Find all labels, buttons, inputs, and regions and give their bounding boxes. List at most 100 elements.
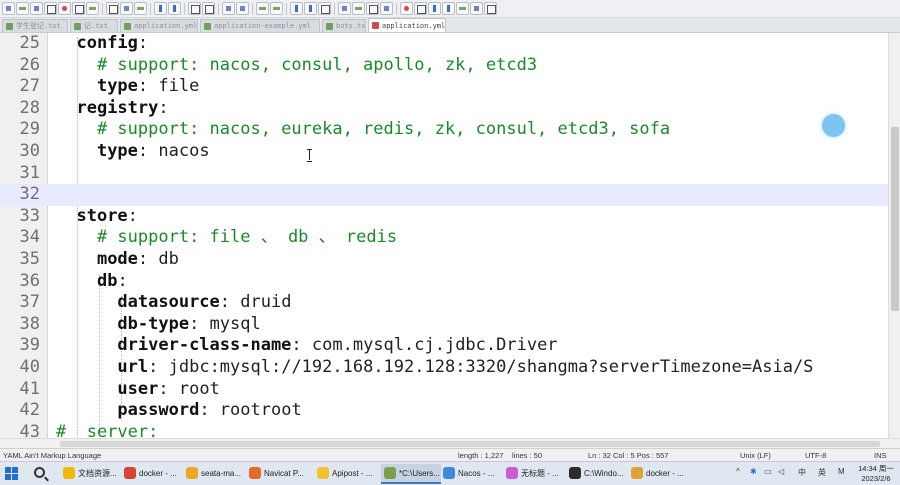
code-line[interactable]: 33 store:: [0, 206, 888, 228]
close-file-icon[interactable]: [58, 2, 71, 15]
code-line[interactable]: 37 datasource: druid: [0, 292, 888, 314]
tray-chevron-icon[interactable]: ^: [736, 467, 740, 476]
zoom-out-icon[interactable]: [236, 2, 249, 15]
app-icon: [317, 467, 329, 479]
doc-map-icon[interactable]: [352, 2, 365, 15]
code-line[interactable]: 28 registry:: [0, 98, 888, 120]
tray-app-icon[interactable]: M: [838, 467, 845, 476]
undo-icon[interactable]: [154, 2, 167, 15]
horizontal-scroll-thumb[interactable]: [60, 441, 880, 447]
clock-date: 2023/2/6: [861, 474, 891, 483]
tab-3[interactable]: application-example.yml: [200, 19, 320, 32]
save-all-icon[interactable]: [44, 2, 57, 15]
status-eol[interactable]: Unix (LF): [740, 451, 771, 460]
taskbar-app-4[interactable]: Apipost - ...: [314, 464, 374, 484]
code-line[interactable]: 30 type: nacos: [0, 141, 888, 163]
code-line[interactable]: 38 db-type: mysql: [0, 314, 888, 336]
save-macro-icon[interactable]: [456, 2, 469, 15]
system-clock[interactable]: 14:34 周一 2023/2/6: [855, 464, 897, 484]
code-line[interactable]: 39 driver-class-name: com.mysql.cj.jdbc.…: [0, 335, 888, 357]
code-line[interactable]: 43 # server:: [0, 422, 888, 438]
vertical-scrollbar[interactable]: [888, 33, 900, 438]
app-icon: [443, 467, 455, 479]
tab-4[interactable]: bots.txt: [322, 19, 366, 32]
redo-icon[interactable]: [168, 2, 181, 15]
tray-volume-icon[interactable]: ◁: [778, 467, 784, 476]
code-line[interactable]: 27 type: file: [0, 76, 888, 98]
taskbar-app-9[interactable]: docker - ...: [628, 464, 688, 484]
tray-bluetooth-icon[interactable]: ✱: [750, 467, 757, 476]
taskbar-app-1[interactable]: docker - ...: [121, 464, 181, 484]
code-line[interactable]: 40 url: jdbc:mysql://192.168.192.128:332…: [0, 357, 888, 379]
line-number: 37: [19, 292, 40, 313]
copy-icon[interactable]: [120, 2, 133, 15]
save-icon[interactable]: [30, 2, 43, 15]
print-icon[interactable]: [86, 2, 99, 15]
spell-check-icon[interactable]: [470, 2, 483, 15]
replace-icon[interactable]: [202, 2, 215, 15]
record-macro-icon[interactable]: [400, 2, 413, 15]
plugin-icon[interactable]: [484, 2, 497, 15]
windows-start-icon[interactable]: [5, 467, 19, 481]
search-icon[interactable]: [34, 467, 45, 478]
code-line[interactable]: 31: [0, 163, 888, 185]
sync-vertical-icon[interactable]: [256, 2, 269, 15]
code-line[interactable]: 26 # support: nacos, consul, apollo, zk,…: [0, 55, 888, 77]
yaml-colon: :: [137, 141, 149, 161]
code-line[interactable]: 41 user: root: [0, 379, 888, 401]
taskbar-app-2[interactable]: seata-ma...: [183, 464, 243, 484]
taskbar-app-3[interactable]: Navicat P...: [246, 464, 306, 484]
function-list-icon[interactable]: [366, 2, 379, 15]
code-editor[interactable]: 25 config: 26 # support: nacos, consul, a…: [0, 33, 888, 438]
tab-5[interactable]: application.yml: [368, 18, 446, 32]
toolbar-separator: [286, 2, 287, 15]
code-line[interactable]: 42 password: rootroot: [0, 400, 888, 422]
code-line[interactable]: 35 mode: db: [0, 249, 888, 271]
status-insert-mode[interactable]: INS: [874, 451, 887, 460]
code-line[interactable]: 29 # support: nacos, eureka, redis, zk, …: [0, 119, 888, 141]
language-icon[interactable]: [338, 2, 351, 15]
stop-macro-icon[interactable]: [414, 2, 427, 15]
new-file-icon[interactable]: [2, 2, 15, 15]
cut-icon[interactable]: [106, 2, 119, 15]
tray-ime-mode[interactable]: 英: [818, 467, 826, 478]
close-all-icon[interactable]: [72, 2, 85, 15]
run-macro-multiple-icon[interactable]: [442, 2, 455, 15]
tab-1[interactable]: 记.txt: [70, 19, 118, 32]
tray-language[interactable]: 中: [798, 467, 806, 478]
taskbar-app-6[interactable]: Nacos - ...: [440, 464, 500, 484]
zoom-in-icon[interactable]: [222, 2, 235, 15]
taskbar-app-label: Navicat P...: [264, 468, 304, 478]
line-code: config:: [56, 33, 148, 55]
show-all-chars-icon[interactable]: [304, 2, 317, 15]
status-encoding[interactable]: UTF-8: [805, 451, 826, 460]
paste-icon[interactable]: [134, 2, 147, 15]
code-line[interactable]: 34 # support: file 、 db 、 redis: [0, 227, 888, 249]
open-file-icon[interactable]: [16, 2, 29, 15]
taskbar-app-7[interactable]: 无标题 - ...: [503, 464, 563, 484]
tab-2[interactable]: application.yml: [120, 19, 198, 32]
word-wrap-icon[interactable]: [290, 2, 303, 15]
taskbar-app-5[interactable]: *C:\Users...: [381, 464, 441, 484]
folder-workspace-icon[interactable]: [380, 2, 393, 15]
tray-network-icon[interactable]: ▭: [764, 467, 772, 476]
code-line[interactable]: 36 db:: [0, 271, 888, 293]
sync-horizontal-icon[interactable]: [270, 2, 283, 15]
vertical-scroll-thumb[interactable]: [891, 127, 899, 311]
taskbar-app-0[interactable]: 文档资源...: [60, 464, 120, 484]
play-macro-icon[interactable]: [428, 2, 441, 15]
code-line[interactable]: 32: [0, 184, 888, 206]
tab-label: application.yml: [382, 21, 446, 30]
tab-0[interactable]: 学生登记.txt: [2, 19, 68, 32]
yaml-key: user: [117, 378, 159, 399]
find-icon[interactable]: [188, 2, 201, 15]
yaml-comment: # server:: [56, 421, 159, 438]
indent-guide-icon[interactable]: [318, 2, 331, 15]
taskbar-app-8[interactable]: C:\Windo...: [566, 464, 626, 484]
floating-ball-icon[interactable]: [822, 114, 845, 137]
code-line[interactable]: 25 config:: [0, 33, 888, 55]
horizontal-scrollbar[interactable]: [0, 438, 900, 448]
